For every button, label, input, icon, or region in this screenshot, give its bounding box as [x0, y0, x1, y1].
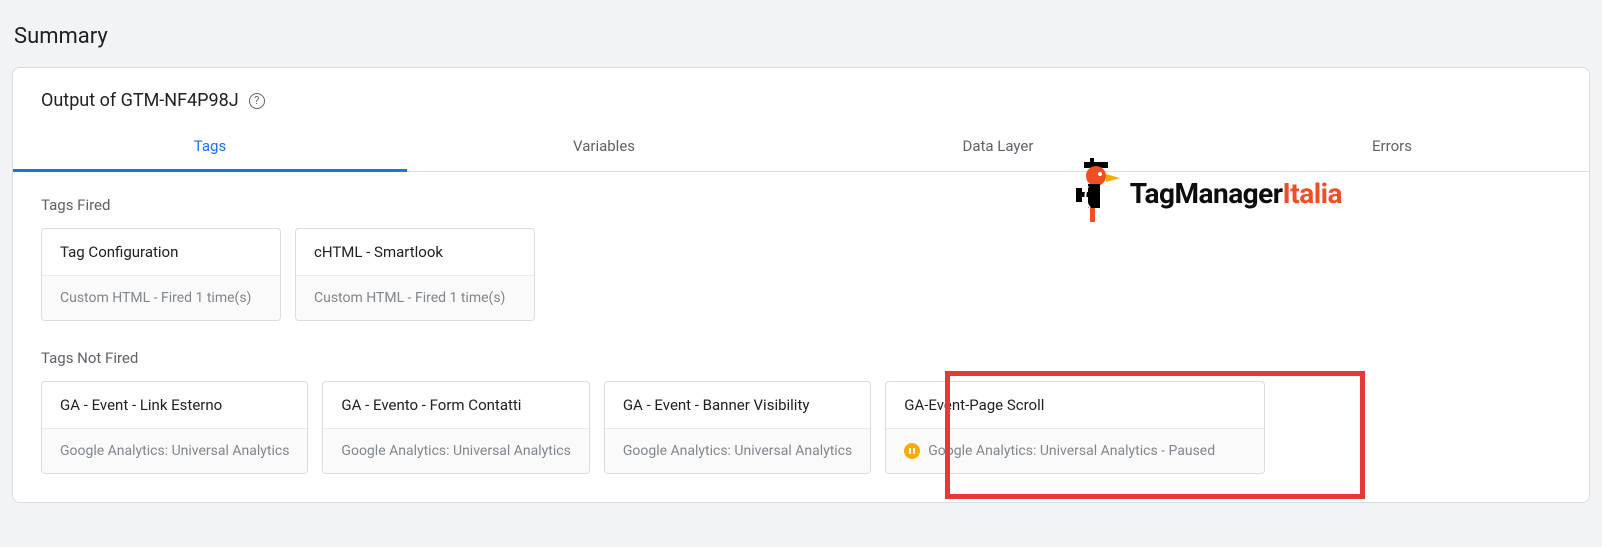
help-icon[interactable]: ?	[249, 93, 265, 109]
woodpecker-icon	[1070, 158, 1120, 228]
page-title: Summary	[14, 24, 1590, 49]
tag-card-ga-page-scroll[interactable]: GA-Event-Page Scroll Google Analytics: U…	[885, 381, 1265, 474]
brand-logo: TagManagerItalia	[1070, 158, 1342, 228]
tag-title: GA - Event - Banner Visibility	[605, 382, 870, 428]
tags-not-fired-label: Tags Not Fired	[41, 349, 1561, 367]
fired-tags-row: Tag Configuration Custom HTML - Fired 1 …	[41, 228, 1561, 321]
tag-title: GA - Evento - Form Contatti	[323, 382, 588, 428]
tag-subtitle: Custom HTML - Fired 1 time(s)	[42, 275, 280, 320]
tag-subtitle: Google Analytics: Universal Analytics	[323, 428, 588, 473]
logo-text-accent: Italia	[1283, 177, 1342, 210]
card-title: Output of GTM-NF4P98J	[41, 90, 239, 111]
tag-card-ga-form-contatti[interactable]: GA - Evento - Form Contatti Google Analy…	[322, 381, 589, 474]
tag-title: cHTML - Smartlook	[296, 229, 534, 275]
tag-title: GA-Event-Page Scroll	[886, 382, 1264, 428]
pause-icon	[904, 443, 920, 459]
not-fired-tags-row: GA - Event - Link Esterno Google Analyti…	[41, 381, 1561, 474]
tag-card-ga-banner-visibility[interactable]: GA - Event - Banner Visibility Google An…	[604, 381, 871, 474]
tag-subtitle: Google Analytics: Universal Analytics - …	[886, 428, 1264, 473]
tab-variables[interactable]: Variables	[407, 123, 801, 171]
tag-title: Tag Configuration	[42, 229, 280, 275]
tag-subtitle: Google Analytics: Universal Analytics	[605, 428, 870, 473]
logo-text: TagManagerItalia	[1130, 177, 1342, 210]
logo-text-main: TagManager	[1130, 177, 1283, 210]
tag-title: GA - Event - Link Esterno	[42, 382, 307, 428]
tag-subtitle: Custom HTML - Fired 1 time(s)	[296, 275, 534, 320]
tag-subtitle-text: Google Analytics: Universal Analytics - …	[928, 443, 1215, 459]
tag-card-ga-link-esterno[interactable]: GA - Event - Link Esterno Google Analyti…	[41, 381, 308, 474]
tag-card-chtml-smartlook[interactable]: cHTML - Smartlook Custom HTML - Fired 1 …	[295, 228, 535, 321]
summary-card: Output of GTM-NF4P98J ? Tags Variables D…	[12, 67, 1590, 503]
tag-card-tag-configuration[interactable]: Tag Configuration Custom HTML - Fired 1 …	[41, 228, 281, 321]
tab-tags[interactable]: Tags	[13, 123, 407, 171]
card-header: Output of GTM-NF4P98J ?	[13, 68, 1589, 123]
card-body: Tags Fired Tag Configuration Custom HTML…	[13, 172, 1589, 502]
tabs: Tags Variables Data Layer Errors	[13, 123, 1589, 172]
tag-subtitle: Google Analytics: Universal Analytics	[42, 428, 307, 473]
